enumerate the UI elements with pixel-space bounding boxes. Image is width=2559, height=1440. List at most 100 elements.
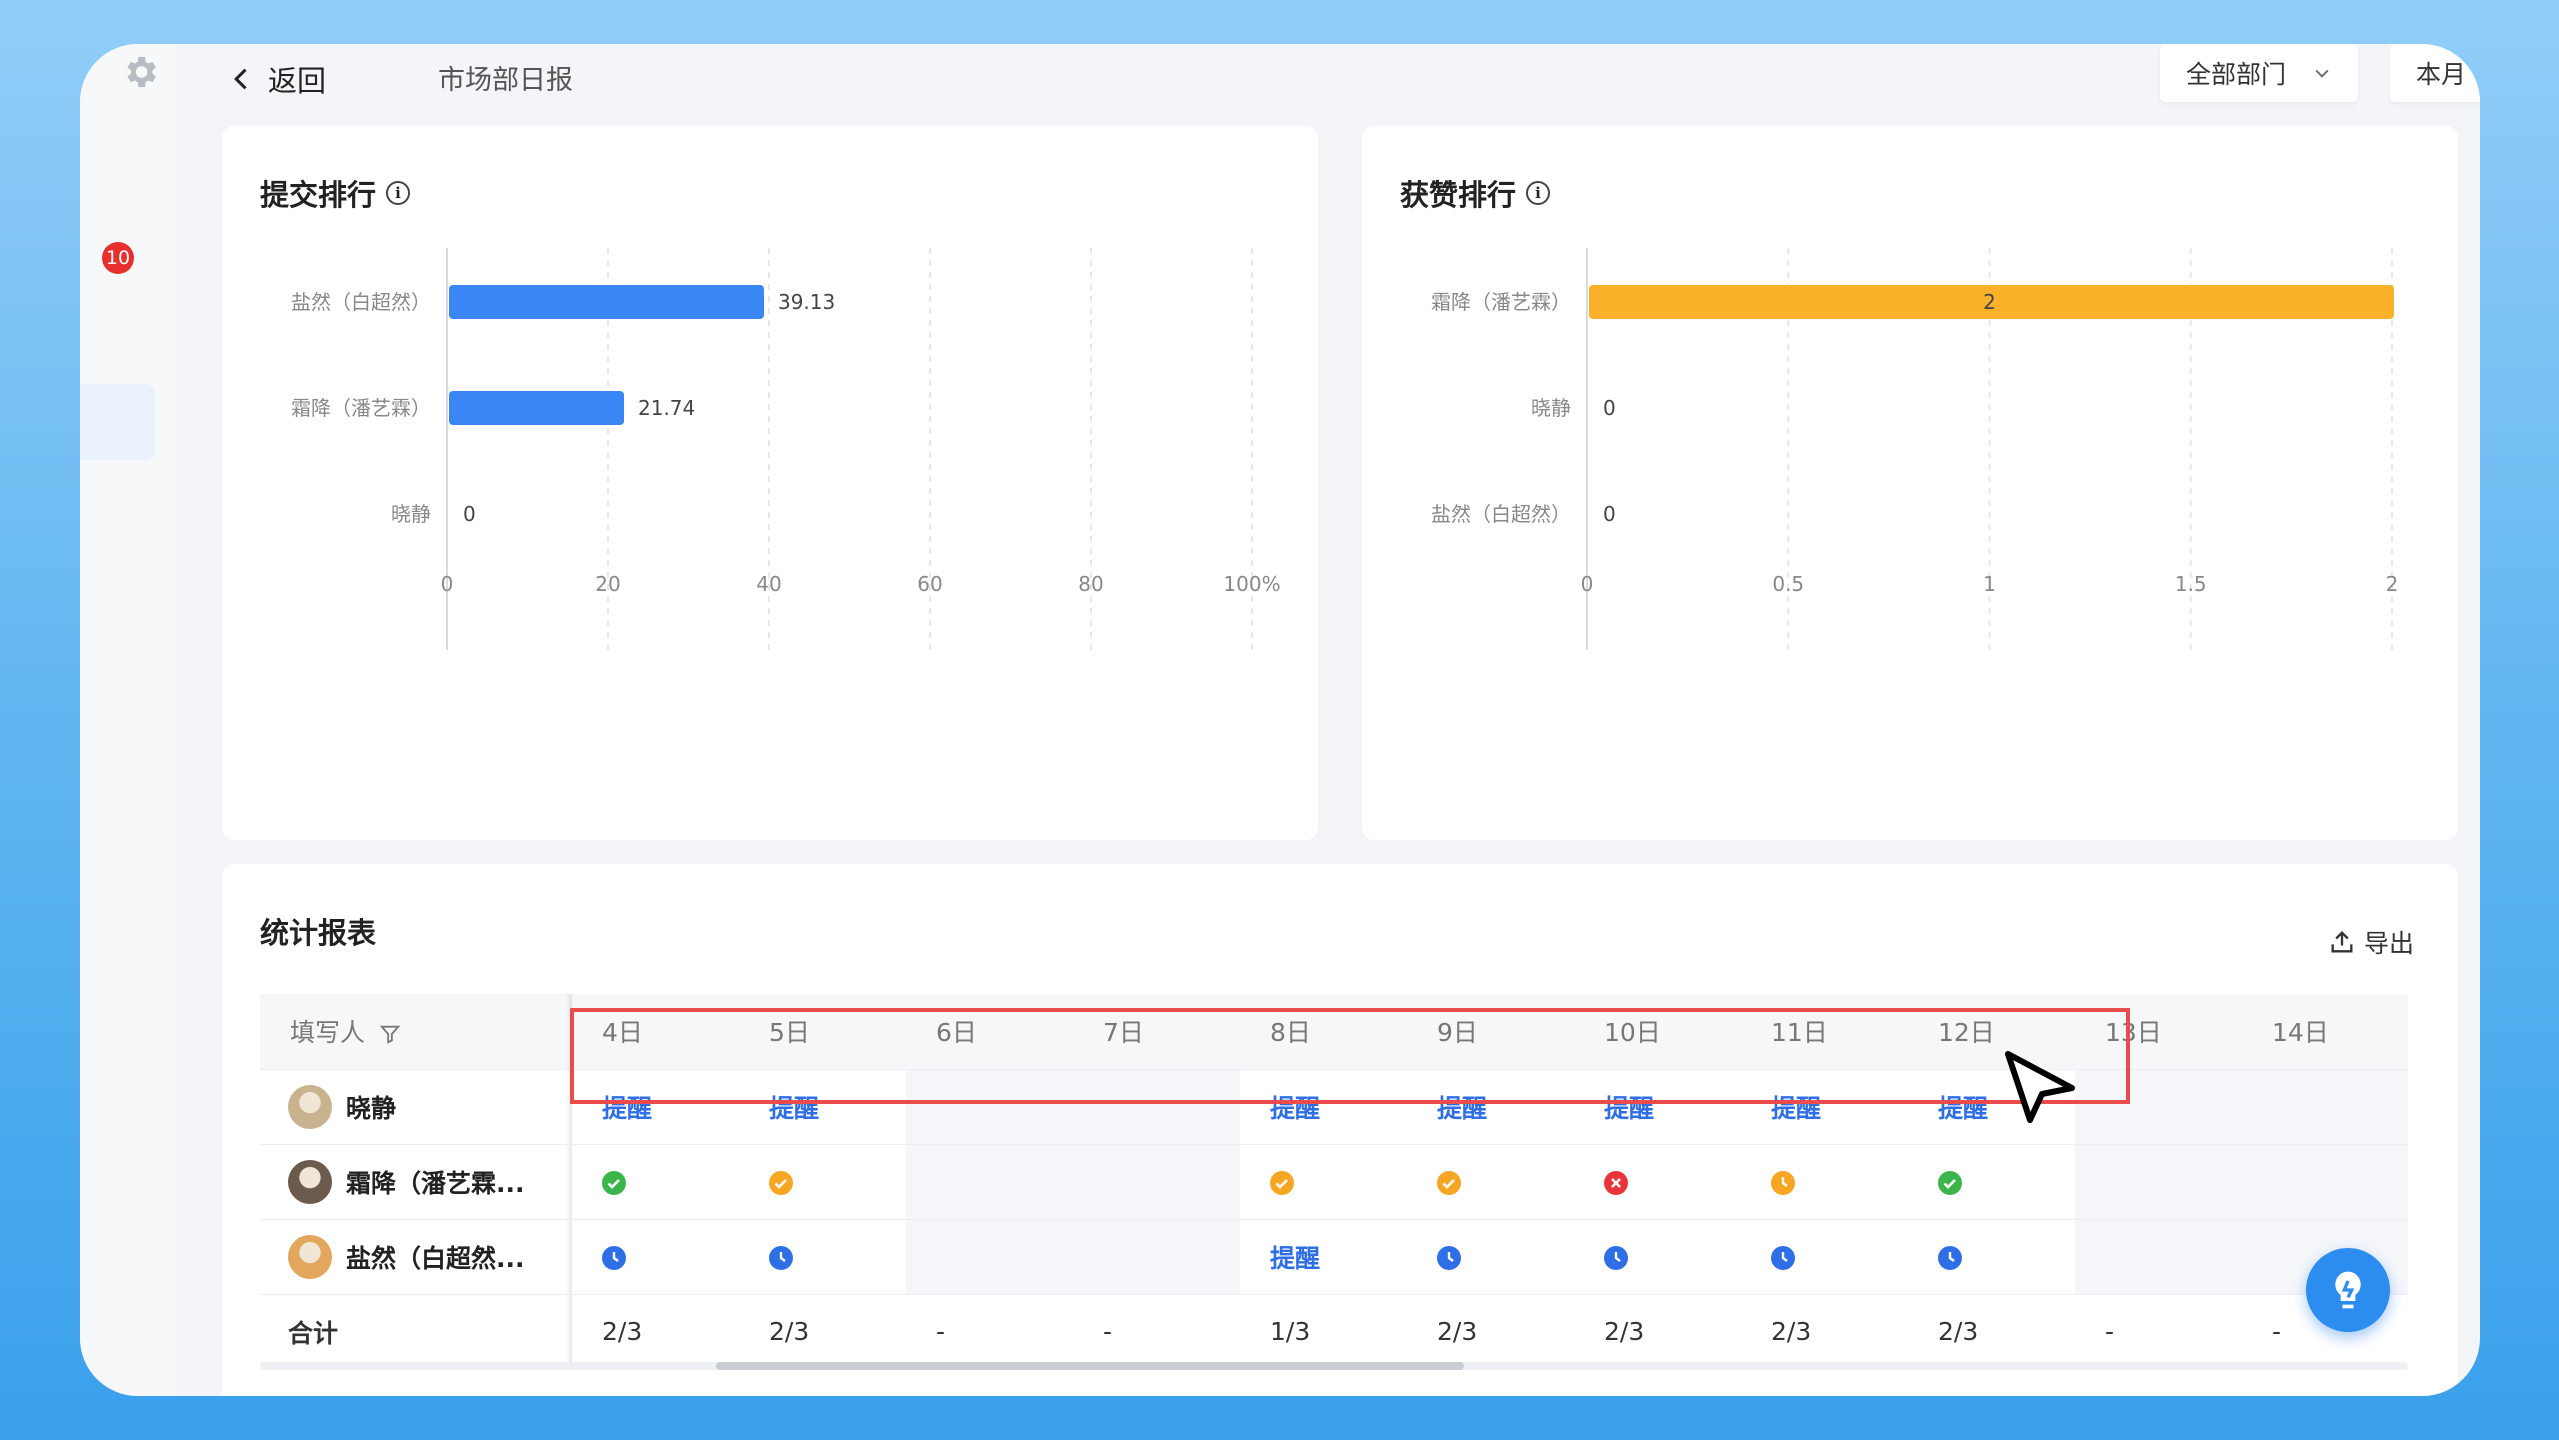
check-circle-warning-icon[interactable]	[769, 1171, 793, 1195]
status-cell	[1073, 1069, 1240, 1145]
check-circle-icon[interactable]	[602, 1171, 626, 1195]
clock-icon[interactable]	[1604, 1246, 1628, 1270]
submission-value-label: 21.74	[638, 396, 695, 420]
date-header: 13日	[2075, 994, 2242, 1070]
filler-name: 晓静	[288, 1084, 572, 1129]
status-cell: 提醒	[1240, 1069, 1407, 1145]
date-header: 14日	[2242, 994, 2408, 1070]
total-cell: 2/3	[1574, 1294, 1741, 1370]
check-circle-warning-icon[interactable]	[1437, 1171, 1461, 1195]
info-icon[interactable]: i	[1526, 181, 1551, 205]
back-label: 返回	[268, 64, 327, 98]
filler-name: 霜降（潘艺霖...	[288, 1159, 572, 1204]
submission-x-tick-label: 60	[917, 572, 942, 596]
date-header: 7日	[1073, 994, 1240, 1070]
check-circle-icon[interactable]	[1938, 1171, 1962, 1195]
x-circle-icon[interactable]	[1604, 1171, 1628, 1195]
likes-value-label: 2	[1983, 290, 1996, 314]
filler-name: 盐然（白超然...	[288, 1234, 572, 1279]
sidebar-active-item[interactable]	[80, 384, 155, 460]
likes-value-label: 0	[1603, 396, 1616, 420]
date-header: 10日	[1574, 994, 1741, 1070]
filler-cell: 晓静	[260, 1069, 572, 1145]
filter-icon[interactable]	[379, 1023, 401, 1045]
date-header: 8日	[1240, 994, 1407, 1070]
avatar	[288, 1234, 332, 1279]
filler-header[interactable]: 填写人	[260, 994, 572, 1070]
likes-category-label: 晓静	[1531, 396, 1571, 420]
likes-ranking-chart: 0 0.5 1 1.5 2 霜降（潘艺霖） 2 晓静 0 盐然（白超然） 0	[1431, 248, 2398, 650]
upload-icon	[2331, 931, 2353, 953]
status-cell	[1741, 1144, 1908, 1220]
filler-cell: 盐然（白超然...	[260, 1219, 572, 1295]
notification-badge[interactable]: 10	[102, 242, 134, 274]
clock-icon[interactable]	[602, 1246, 626, 1270]
status-cell: 提醒	[1240, 1219, 1407, 1295]
status-cell	[906, 1219, 1073, 1295]
remind-link[interactable]: 提醒	[1604, 1094, 1654, 1123]
check-circle-warning-icon[interactable]	[1270, 1171, 1294, 1195]
remind-link[interactable]: 提醒	[1938, 1094, 1988, 1123]
remind-link[interactable]: 提醒	[1437, 1094, 1487, 1123]
date-header: 9日	[1407, 994, 1574, 1070]
status-cell	[1574, 1144, 1741, 1220]
remind-link[interactable]: 提醒	[1270, 1094, 1320, 1123]
remind-link[interactable]: 提醒	[1270, 1244, 1320, 1273]
gear-icon[interactable]	[120, 52, 160, 92]
status-cell	[1741, 1219, 1908, 1295]
export-button[interactable]: 导出	[2328, 924, 2414, 960]
help-fab[interactable]	[2306, 1248, 2390, 1332]
cursor-icon	[2005, 1051, 2075, 1123]
remind-link[interactable]: 提醒	[602, 1094, 652, 1123]
table-body: 晓静 提醒 提醒 提醒 提醒 提醒 提醒 提醒 霜降（潘艺霖... 盐然（白超然... 提醒 合计 2/…	[260, 1069, 2408, 1370]
department-dropdown[interactable]: 全部部门	[2160, 44, 2358, 102]
scrollbar-thumb[interactable]	[716, 1362, 1464, 1370]
chevron-left-icon	[234, 68, 247, 90]
status-cell	[2242, 1144, 2408, 1220]
back-button[interactable]: 返回	[228, 58, 326, 100]
status-cell	[1407, 1219, 1574, 1295]
date-header: 4日	[572, 994, 739, 1070]
filler-name-text: 晓静	[346, 1093, 397, 1123]
clock-icon[interactable]	[1938, 1246, 1962, 1270]
clock-warning-icon[interactable]	[1771, 1171, 1795, 1195]
total-cell: 2/3	[739, 1294, 906, 1370]
total-cell: -	[906, 1294, 1073, 1370]
total-cell: 2/3	[1407, 1294, 1574, 1370]
status-cell	[2075, 1144, 2242, 1220]
stats-report-card: 统计报表 导出 填写人 4日 5日 6日 7日 8日 9日 10日 11日 12日 13日 14日 …	[222, 864, 2458, 1396]
likes-x-tick-label: 0.5	[1772, 572, 1804, 596]
total-row: 合计 2/3 2/3- -1/3 2/3 2/3 2/3 2/3- -	[260, 1294, 2408, 1370]
info-icon[interactable]: i	[386, 181, 411, 205]
submission-ranking-card: 提交排行 i 0 20 40 60 80 100% 盐然（白超然） 39.13 霜降（潘艺霖） 2…	[222, 126, 1318, 840]
filler-name-text: 盐然（白超然...	[346, 1243, 525, 1273]
lightbulb-icon	[2335, 1271, 2361, 1309]
date-header: 11日	[1741, 994, 1908, 1070]
status-cell	[739, 1144, 906, 1220]
status-cell	[2242, 1069, 2408, 1145]
filler-name-text: 霜降（潘艺霖...	[346, 1168, 525, 1198]
status-cell: 提醒	[1574, 1069, 1741, 1145]
status-cell	[572, 1219, 739, 1295]
status-cell	[1073, 1219, 1240, 1295]
status-cell: 提醒	[1741, 1069, 1908, 1145]
submission-value-label: 39.13	[778, 290, 835, 314]
submission-x-tick-label: 100%	[1223, 572, 1280, 596]
remind-link[interactable]: 提醒	[769, 1094, 819, 1123]
clock-icon[interactable]	[1771, 1246, 1795, 1270]
filler-header-label: 填写人	[290, 1018, 366, 1048]
stats-table: 填写人 4日 5日 6日 7日 8日 9日 10日 11日 12日 13日 14日 晓静 提醒 提醒 提醒…	[260, 994, 2408, 1370]
status-cell: 提醒	[1407, 1069, 1574, 1145]
submission-x-tick-label: 0	[441, 572, 454, 596]
submission-x-tick-label: 20	[595, 572, 620, 596]
clock-icon[interactable]	[1437, 1246, 1461, 1270]
clock-icon[interactable]	[769, 1246, 793, 1270]
app-window: 10 返回 市场部日报 全部部门 本月 提交排行 i 0 20 40 60 80 100%…	[80, 44, 2480, 1396]
period-dropdown[interactable]: 本月	[2390, 44, 2480, 102]
status-cell	[1908, 1219, 2075, 1295]
remind-link[interactable]: 提醒	[1771, 1094, 1821, 1123]
table-header-row: 填写人 4日 5日 6日 7日 8日 9日 10日 11日 12日 13日 14日	[260, 994, 2408, 1070]
avatar	[288, 1084, 332, 1129]
export-label: 导出	[2363, 929, 2414, 958]
submission-x-tick-label: 40	[756, 572, 781, 596]
